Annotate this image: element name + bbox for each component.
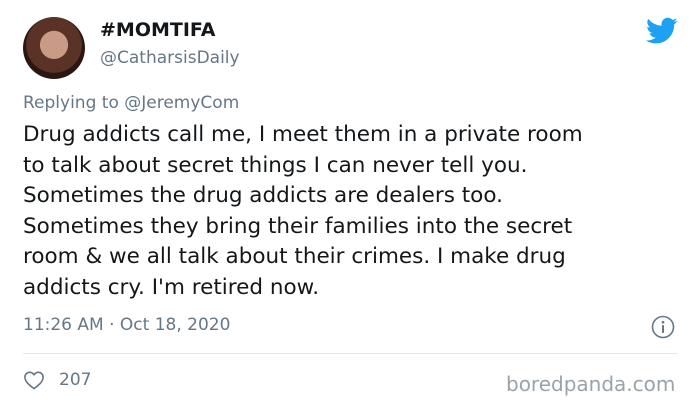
user-handle[interactable]: @CatharsisDaily xyxy=(100,48,240,68)
heart-icon[interactable] xyxy=(23,370,45,390)
tweet-text: Drug addicts call me, I meet them in a p… xyxy=(23,122,583,300)
tweet-timestamp[interactable]: 11:26 AM · Oct 18, 2020 xyxy=(23,315,230,335)
twitter-bird-icon[interactable] xyxy=(646,17,678,45)
like-count: 207 xyxy=(59,370,92,390)
reply-mention-link[interactable]: @JeremyCom xyxy=(124,93,239,113)
watermark: boredpanda.com xyxy=(506,372,676,396)
display-name[interactable]: #MOMTIFA xyxy=(100,19,215,41)
info-icon[interactable] xyxy=(651,315,675,339)
avatar[interactable] xyxy=(23,17,85,79)
reply-prefix: Replying to xyxy=(23,93,119,113)
like-button[interactable]: 207 xyxy=(23,368,91,392)
reply-context: Replying to @JeremyCom xyxy=(23,93,239,113)
divider xyxy=(23,353,678,354)
